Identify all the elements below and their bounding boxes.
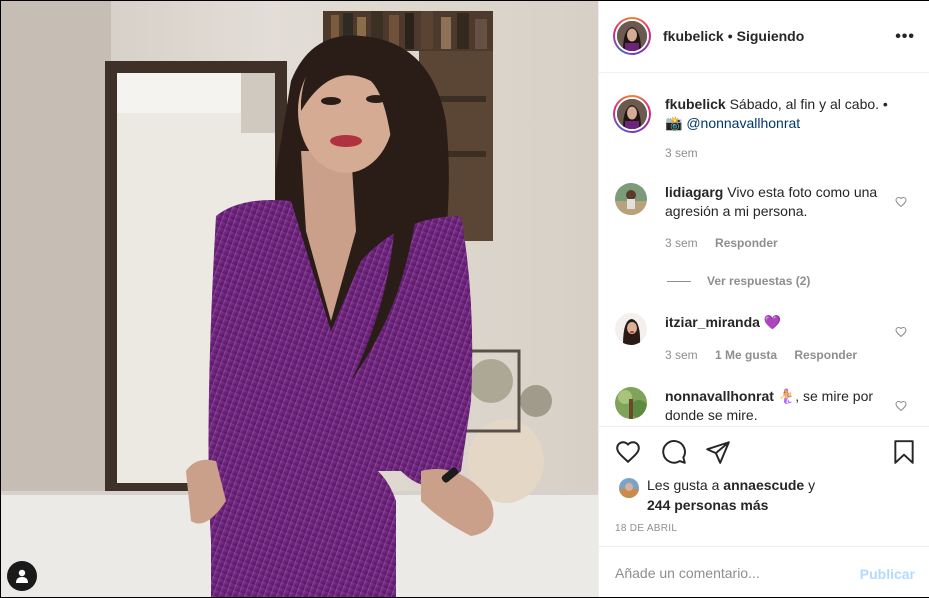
likes-conjunction: y <box>808 477 816 493</box>
view-replies-label: Ver respuestas (2) <box>707 274 811 288</box>
comment-time[interactable]: 3 sem <box>665 348 698 362</box>
commenter-avatar[interactable] <box>615 387 647 419</box>
caption-username[interactable]: fkubelick <box>665 96 726 112</box>
comment-like-heart-icon[interactable] <box>895 326 907 338</box>
comment-icon[interactable] <box>661 439 687 465</box>
post-actions: Les gusta a annaescude y 244 personas má… <box>599 426 929 547</box>
caption-avatar[interactable] <box>613 95 651 133</box>
comment-like-heart-icon[interactable] <box>895 400 907 412</box>
replies-line <box>667 280 691 282</box>
likes-summary: Les gusta a annaescude y 244 personas má… <box>647 475 815 515</box>
likes-others-link[interactable]: 244 personas más <box>647 497 768 513</box>
commenter-avatar[interactable] <box>615 313 647 345</box>
comment-meta: 3 sem 1 Me gusta Responder <box>665 348 871 362</box>
comment-input[interactable] <box>613 561 847 585</box>
comment-username[interactable]: nonnavallhonrat <box>665 388 774 404</box>
author-avatar[interactable] <box>613 17 651 55</box>
post-sidebar: fkubelick • Siguiendo ••• fkubelick Sába… <box>598 1 929 597</box>
add-comment-bar: Publicar <box>599 546 929 598</box>
instagram-post-window: fkubelick • Siguiendo ••• fkubelick Sába… <box>0 0 929 598</box>
post-photo[interactable] <box>1 1 598 597</box>
comment-like-heart-icon[interactable] <box>895 196 907 208</box>
comment-likes-count[interactable]: 1 Me gusta <box>715 348 777 362</box>
caption-meta: 3 sem <box>665 146 712 160</box>
more-horizontal-icon[interactable]: ••• <box>895 28 915 46</box>
publish-button[interactable]: Publicar <box>860 566 915 582</box>
likes-prefix: Les gusta a <box>647 477 720 493</box>
comment-text: itziar_miranda 💜 <box>665 313 895 332</box>
view-replies-button[interactable]: Ver respuestas (2) <box>667 274 810 288</box>
person-tag-icon[interactable] <box>7 561 37 591</box>
reply-button[interactable]: Responder <box>794 348 857 362</box>
post-header: fkubelick • Siguiendo ••• <box>599 1 929 73</box>
caption-body: Sábado, al fin y al cabo. • <box>729 96 888 112</box>
paper-plane-icon[interactable] <box>705 439 731 465</box>
reply-button[interactable]: Responder <box>715 236 778 250</box>
purple-heart-emoji: 💜 <box>763 314 782 330</box>
caption-time[interactable]: 3 sem <box>665 146 698 160</box>
comment-meta: 3 sem Responder <box>665 236 792 250</box>
comment-text: nonnavallhonrat 🧜‍♀️, se mire por donde … <box>665 387 895 425</box>
commenter-avatar[interactable] <box>615 183 647 215</box>
comment-text: lidiagarg Vivo esta foto como una agresi… <box>665 183 895 221</box>
comment-time[interactable]: 3 sem <box>665 236 698 250</box>
author-username[interactable]: fkubelick <box>663 28 724 44</box>
camera-emoji: 📸 <box>665 115 683 131</box>
comment-username[interactable]: lidiagarg <box>665 184 723 200</box>
post-photo-image <box>1 1 598 597</box>
separator-dot: • <box>727 28 733 44</box>
heart-icon[interactable] <box>615 439 641 465</box>
caption-mention-link[interactable]: @nonnavallhonrat <box>686 115 800 131</box>
comment-username[interactable]: itziar_miranda <box>665 314 760 330</box>
bookmark-icon[interactable] <box>891 439 917 465</box>
header-text: fkubelick • Siguiendo <box>663 28 804 44</box>
caption-text: fkubelick Sábado, al fin y al cabo. • 📸 … <box>665 95 895 133</box>
follow-status-button[interactable]: Siguiendo <box>737 28 805 44</box>
post-date[interactable]: 18 DE ABRIL <box>615 523 677 534</box>
liker-username[interactable]: annaescude <box>723 477 804 493</box>
comments-list[interactable]: fkubelick Sábado, al fin y al cabo. • 📸 … <box>599 73 929 425</box>
liker-avatar[interactable] <box>619 478 639 498</box>
